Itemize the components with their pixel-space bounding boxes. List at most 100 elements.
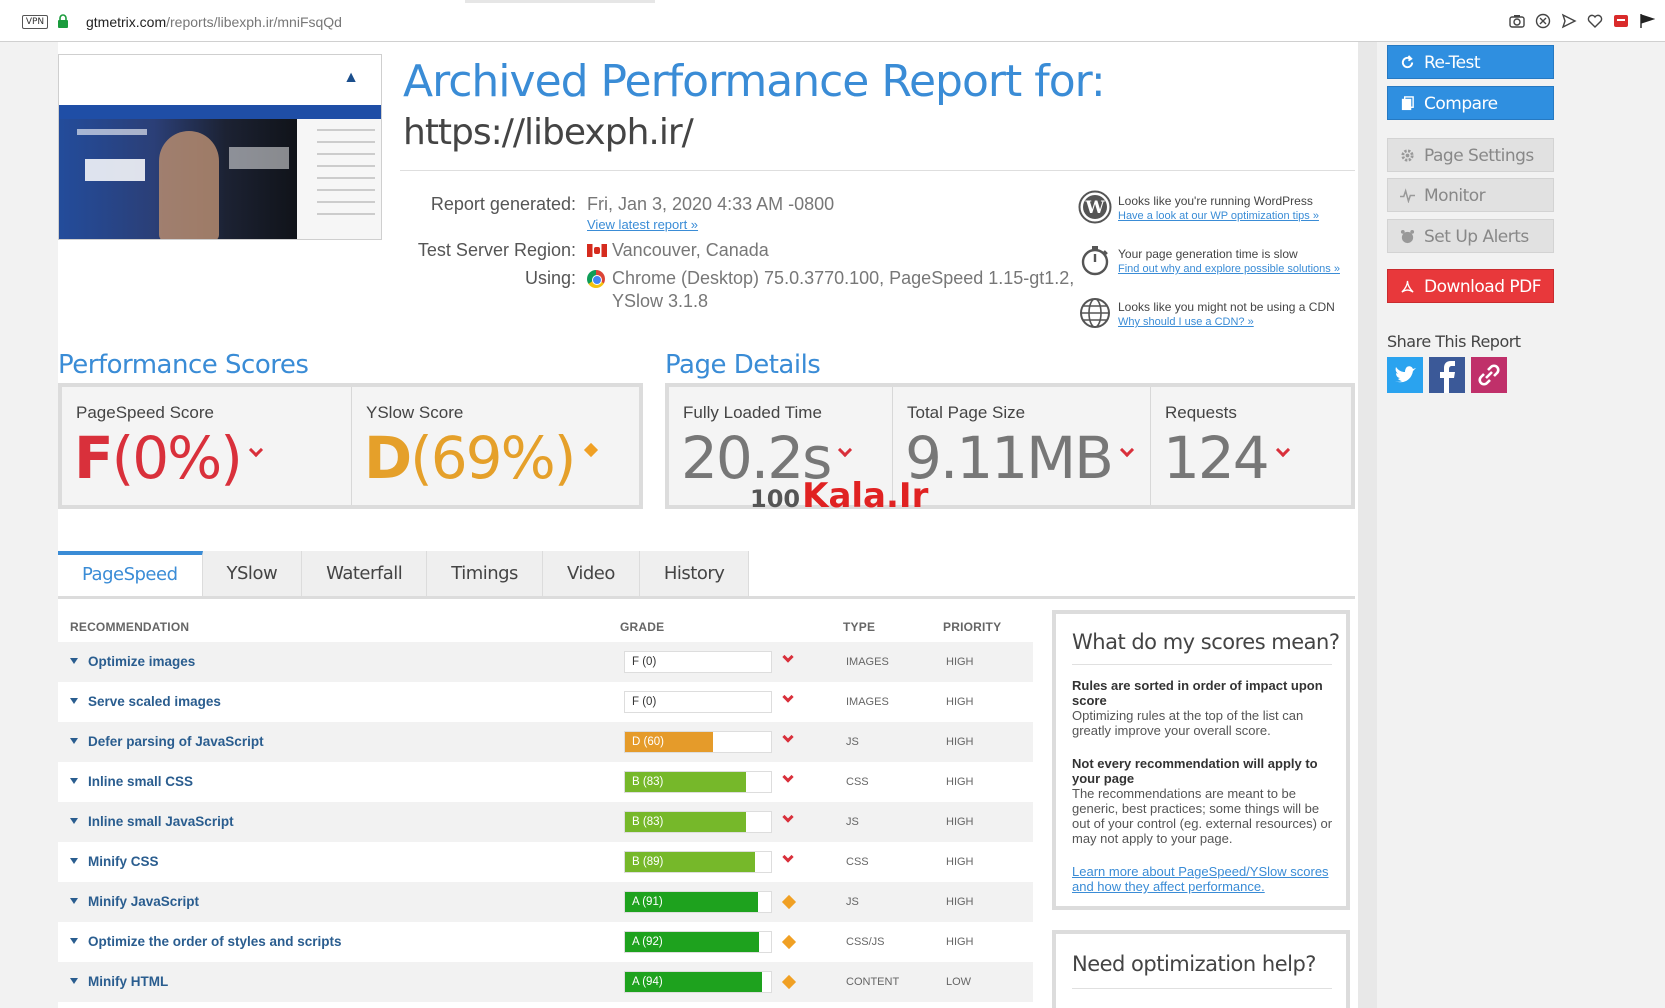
send-icon[interactable] [1561,13,1577,29]
svg-text:W: W [1084,198,1105,218]
tab-pagespeed[interactable]: PageSpeed [58,551,203,597]
link-icon[interactable] [1471,357,1507,393]
grade-value: B (83) [632,816,664,828]
optimization-help-panel: Need optimization help? [1052,930,1350,1008]
extension-icon[interactable] [1613,13,1629,29]
requests-cell: Requests 124 [1151,387,1351,505]
recommendation-name[interactable]: Optimize images [88,654,195,669]
retest-button[interactable]: Re-Test [1387,45,1554,79]
tab-yslow[interactable]: YSlow [202,551,303,597]
grade-bar: A (94) [624,971,772,993]
tip-slow-link[interactable]: Find out why and explore possible soluti… [1118,263,1340,275]
download-pdf-button[interactable]: Download PDF [1387,269,1554,303]
report-generated-label: Report generated: [430,194,576,214]
thumb-text [77,129,147,135]
tab-timings[interactable]: Timings [427,551,543,597]
report-url: https://libexph.ir/ [403,112,694,153]
expand-caret-icon[interactable] [70,698,78,704]
expand-caret-icon[interactable] [70,938,78,944]
tip-slow-text: Your page generation time is slow [1118,247,1298,261]
recommendation-type: JS [846,816,859,828]
total-size-label: Total Page Size [907,403,1026,422]
pagespeed-score-cell: PageSpeed Score F(0%) [62,387,352,505]
recommendation-name[interactable]: Optimize the order of styles and scripts [88,934,342,949]
recommendation-name[interactable]: Defer parsing of JavaScript [88,734,264,749]
page-settings-button[interactable]: Page Settings [1387,138,1554,172]
monitor-label: Monitor [1424,186,1486,206]
facebook-icon[interactable] [1429,357,1465,393]
col-type: TYPE [843,620,876,634]
set-up-alerts-button[interactable]: Set Up Alerts [1387,219,1554,253]
table-row[interactable]: Minify CSS B (89) CSS HIGH [58,842,1033,882]
thumb-logo: ▲ [343,69,359,86]
expand-caret-icon[interactable] [70,818,78,824]
shield-block-icon[interactable] [1535,13,1551,29]
thumb-nav [59,105,381,119]
address-bar[interactable]: gtmetrix.com/reports/libexph.ir/mniFsqQd [86,14,342,30]
table-row[interactable]: Minify JavaScript A (91) JS HIGH [58,882,1033,922]
expand-caret-icon[interactable] [70,898,78,904]
tab-video[interactable]: Video [542,551,640,597]
performance-scores-heading: Performance Scores [58,350,309,380]
expand-caret-icon[interactable] [70,978,78,984]
compare-button[interactable]: Compare [1387,86,1554,120]
monitor-button[interactable]: Monitor [1387,178,1554,212]
thumb-text [85,159,145,181]
total-size-number: 9.11MB [905,424,1114,492]
tip-cdn-link[interactable]: Why should I use a CDN? » [1118,316,1254,328]
tab-waterfall[interactable]: Waterfall [302,551,428,597]
twitter-icon[interactable] [1387,357,1423,393]
col-recommendation: RECOMMENDATION [70,620,190,634]
expand-caret-icon[interactable] [70,658,78,664]
trend-down-icon [782,851,794,863]
pulse-icon [1400,188,1415,203]
table-row[interactable]: Defer parsing of JavaScript D (60) JS HIGH [58,722,1033,762]
recommendation-priority: HIGH [946,936,974,948]
page-gutter [1358,42,1377,1008]
heart-icon[interactable] [1587,13,1603,29]
table-row[interactable]: Optimize images F (0) IMAGES HIGH [58,642,1033,682]
recommendation-name[interactable]: Minify HTML [88,974,168,989]
recommendation-name[interactable]: Minify JavaScript [88,894,199,909]
grade-value: A (91) [632,896,663,908]
expand-caret-icon[interactable] [70,738,78,744]
scores-explainer-panel: What do my scores mean? Rules are sorted… [1052,610,1350,910]
recommendation-type: JS [846,736,859,748]
tab-history[interactable]: History [639,551,750,597]
recommendation-type: IMAGES [846,656,889,668]
expand-caret-icon[interactable] [70,778,78,784]
recommendation-name[interactable]: Inline small JavaScript [88,814,234,829]
table-row[interactable]: Inline small CSS B (83) CSS HIGH [58,762,1033,802]
test-region-label: Test Server Region: [417,240,576,260]
expand-caret-icon[interactable] [70,858,78,864]
using-value: Chrome (Desktop) 75.0.3770.100, PageSpee… [612,268,1075,288]
recommendation-name[interactable]: Inline small CSS [88,774,193,789]
recommendation-name[interactable]: Serve scaled images [88,694,221,709]
trend-down-icon [1119,442,1135,457]
col-grade: GRADE [620,620,665,634]
trend-same-icon [584,442,599,457]
view-latest-report-link[interactable]: View latest report » [587,217,698,232]
tip-wordpress-link[interactable]: Have a look at our WP optimization tips … [1118,210,1319,222]
camera-icon[interactable] [1509,13,1525,29]
recommendation-name[interactable]: Minify CSS [88,854,159,869]
table-row[interactable]: Optimize the order of styles and scripts… [58,922,1033,962]
wordpress-icon: W [1078,190,1112,224]
pagespeed-grade: F [74,424,114,492]
learn-more-link[interactable]: Learn more about PageSpeed/YSlow scores … [1072,864,1334,894]
browser-tab-indicator [465,0,655,3]
grade-bar: B (83) [624,811,772,833]
page-screenshot-thumbnail[interactable]: ▲ [58,54,382,240]
table-row[interactable]: Serve scaled images F (0) IMAGES HIGH [58,682,1033,722]
yslow-score-value: D(69%) [364,429,599,487]
chrome-icon [587,270,605,288]
flag-icon[interactable] [1639,13,1656,29]
retest-label: Re-Test [1424,53,1481,73]
lock-icon [58,14,68,28]
explainer-para-1: Rules are sorted in order of impact upon… [1072,678,1334,738]
table-row[interactable]: Minify HTML A (94) CONTENT LOW [58,962,1033,1002]
vpn-badge[interactable]: VPN [22,15,48,29]
table-row[interactable]: Inline small JavaScript B (83) JS HIGH [58,802,1033,842]
gear-icon [1401,149,1414,162]
watermark-prefix: 100 [750,485,801,513]
